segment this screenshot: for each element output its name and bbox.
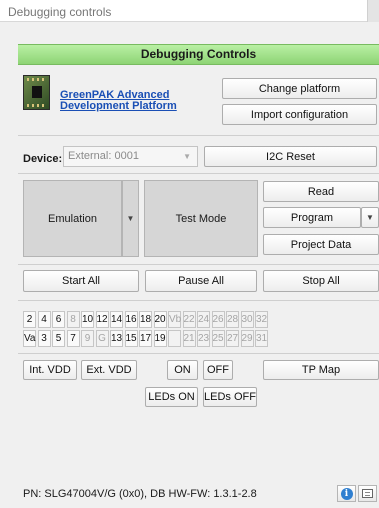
log-icon [362,489,373,498]
pin-cell[interactable]: 9 [81,330,94,347]
info-button[interactable]: i [337,485,356,502]
pin-cell[interactable]: G [95,330,109,347]
i2c-reset-button[interactable]: I2C Reset [204,146,377,167]
pin-cell[interactable]: 12 [95,311,109,328]
pin-cell[interactable]: 27 [226,330,239,347]
leds-on-button[interactable]: LEDs ON [145,387,198,407]
device-select[interactable]: External: 0001 ▼ [63,146,198,167]
pin-cell[interactable]: 21 [182,330,196,347]
leds-off-button[interactable]: LEDs OFF [203,387,257,407]
import-configuration-button[interactable]: Import configuration [222,104,377,125]
pin-cell[interactable]: 7 [66,330,80,347]
pin-cell[interactable]: 22 [182,311,196,328]
divider [18,135,379,136]
program-dropdown-button[interactable]: ▼ [361,207,379,228]
chevron-down-icon: ▼ [366,213,374,222]
pin-cell[interactable]: 32 [255,311,268,328]
pin-cell[interactable]: 6 [52,311,65,328]
tp-map-button[interactable]: TP Map [263,360,379,380]
ext-vdd-button[interactable]: Ext. VDD [81,360,137,380]
pin-cell[interactable]: 10 [81,311,94,328]
change-platform-button[interactable]: Change platform [222,78,377,99]
device-select-value: External: 0001 [68,150,139,162]
pin-cell[interactable]: 18 [139,311,152,328]
pin-cell[interactable]: 25 [211,330,225,347]
pin-cell[interactable]: 19 [153,330,167,347]
pin-cell[interactable]: 17 [139,330,152,347]
pin-cell[interactable]: 31 [255,330,268,347]
chevron-down-icon: ▼ [183,152,191,161]
emulation-dropdown-button[interactable]: ▼ [122,180,139,257]
platform-link-line2[interactable]: Development Platform [60,100,177,112]
pin-cell[interactable]: 16 [124,311,138,328]
pin-cell[interactable]: 24 [197,311,210,328]
divider [18,173,379,174]
pin-cell[interactable]: 13 [110,330,123,347]
stop-all-button[interactable]: Stop All [263,270,379,292]
pin-cell[interactable]: 20 [153,311,167,328]
pin-cell[interactable]: Va [23,330,36,347]
status-text: PN: SLG47004V/G (0x0), DB HW-FW: 1.3.1-2… [23,488,257,500]
program-button[interactable]: Program [263,207,361,228]
window-title: Debugging controls [8,5,112,19]
pin-cell[interactable]: 5 [52,330,65,347]
pin-cell[interactable]: 30 [240,311,254,328]
divider [18,353,379,354]
pin-cell[interactable]: 26 [211,311,225,328]
int-vdd-button[interactable]: Int. VDD [23,360,77,380]
device-label: Device: [23,153,63,165]
pin-cell[interactable]: 3 [37,330,51,347]
chevron-down-icon: ▼ [126,214,135,223]
log-button[interactable] [358,485,377,502]
start-all-button[interactable]: Start All [23,270,139,292]
pin-cell[interactable]: Vb [168,311,181,328]
emulation-button[interactable]: Emulation [23,180,122,257]
info-icon: i [340,487,353,500]
pin-cell[interactable]: 15 [124,330,138,347]
test-mode-button[interactable]: Test Mode [144,180,258,257]
window-titlebar: Debugging controls [0,0,379,22]
pin-cell[interactable]: 2 [23,311,36,328]
power-off-button[interactable]: OFF [203,360,233,380]
pin-cell[interactable]: 28 [226,311,239,328]
window-control-button[interactable] [367,0,379,22]
divider [18,300,379,301]
pin-cell[interactable]: 14 [110,311,123,328]
board-image [23,75,50,110]
pin-cell[interactable]: 4 [37,311,51,328]
power-on-button[interactable]: ON [167,360,198,380]
pin-cell[interactable]: 8 [66,311,80,328]
panel-header: Debugging Controls [18,44,379,65]
pin-cell[interactable]: 23 [197,330,210,347]
pin-cell[interactable]: 29 [240,330,254,347]
pause-all-button[interactable]: Pause All [145,270,257,292]
read-button[interactable]: Read [263,181,379,202]
pin-cell[interactable] [168,330,181,347]
divider [18,264,379,265]
project-data-button[interactable]: Project Data [263,234,379,255]
